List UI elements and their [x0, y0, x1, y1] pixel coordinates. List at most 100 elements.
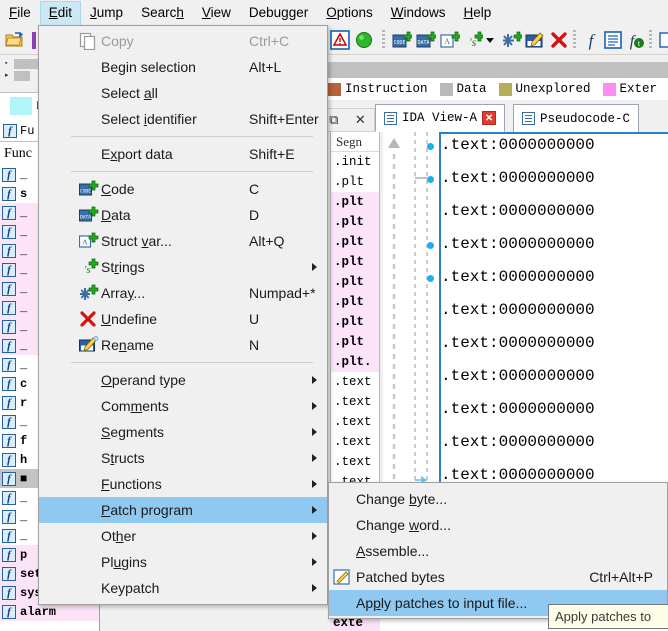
legend-swatch — [328, 82, 341, 96]
submenu-arrow-icon — [312, 506, 317, 514]
menu-file[interactable]: File — [0, 1, 40, 25]
menu-item-rename[interactable]: Rename N — [39, 332, 327, 358]
menu-item-comments[interactable]: Comments — [39, 393, 327, 419]
menu-item-label: Struct var... — [101, 233, 172, 249]
extra-icon[interactable] — [659, 30, 668, 50]
segment-row[interactable]: .text — [331, 372, 379, 392]
segments-panel[interactable]: Segn .init .plt .plt .plt .plt .plt .plt .plt .p… — [330, 132, 380, 512]
function-name: _ — [20, 243, 28, 258]
function-name: _ — [20, 262, 28, 277]
breakpoint-dot-icon[interactable] — [427, 176, 434, 183]
menu-item-strings[interactable]: 's' Strings — [39, 254, 327, 280]
menu-windows[interactable]: Windows — [382, 1, 455, 25]
segments-list[interactable]: .init .plt .plt .plt .plt .plt .plt .plt .plt .pl… — [331, 152, 379, 492]
restore-icon[interactable]: ⧉ — [329, 112, 338, 128]
tab-ida-view-a[interactable]: IDA View-A ✕ — [375, 104, 506, 132]
menu-item-data[interactable]: DATA Data D — [39, 202, 327, 228]
function-icon: f — [2, 547, 16, 562]
menu-item-keypatch[interactable]: Keypatch — [39, 575, 327, 601]
segment-row[interactable]: .plt — [331, 272, 379, 292]
function-prototype-icon[interactable]: f t — [625, 30, 645, 50]
menu-item-patched-bytes[interactable]: Patched bytes Ctrl+Alt+P — [329, 564, 667, 590]
edit-dropdown-menu[interactable]: Copy Ctrl+C Begin selection Alt+L Select all… — [38, 25, 328, 605]
menu-item-change-byte[interactable]: Change byte... — [329, 486, 667, 512]
menu-item-label: Change word... — [356, 517, 451, 533]
patch-program-submenu[interactable]: Change byte... Change word... Assemble... P… — [328, 482, 668, 619]
menu-view[interactable]: View — [193, 1, 240, 25]
segment-row[interactable]: .plt — [331, 172, 379, 192]
menu-item-shortcut: Alt+L — [249, 59, 282, 75]
menu-item-code[interactable]: CODE Code C — [39, 176, 327, 202]
segment-row[interactable]: .plt. — [331, 352, 379, 372]
menu-item-copy[interactable]: Copy Ctrl+C — [39, 28, 327, 54]
menu-edit[interactable]: Edit — [39, 0, 82, 25]
segment-row[interactable]: .plt — [331, 312, 379, 332]
list-icon[interactable] — [603, 30, 623, 50]
tab-label: Pseudocode-C — [540, 111, 631, 126]
menu-item-label: Assemble... — [356, 543, 430, 559]
segment-row[interactable]: .text — [331, 432, 379, 452]
menu-debugger[interactable]: Debugger — [240, 1, 317, 25]
close-icon[interactable]: ✕ — [355, 112, 366, 128]
segment-row[interactable]: .plt — [331, 232, 379, 252]
menu-item-plugins[interactable]: Plugins — [39, 549, 327, 575]
segment-row[interactable]: .plt — [331, 292, 379, 312]
segment-row[interactable]: .init — [331, 152, 379, 172]
menu-item-functions[interactable]: Functions — [39, 471, 327, 497]
menu-jump[interactable]: Jump — [81, 1, 132, 25]
undefine-icon[interactable] — [549, 30, 569, 50]
make-code-icon[interactable]: CODE — [392, 30, 414, 50]
tab-close-icon[interactable]: ✕ — [482, 111, 497, 125]
dropdown-arrow-icon[interactable] — [484, 30, 496, 50]
menu-item-segments[interactable]: Segments — [39, 419, 327, 445]
menu-item-struct-var[interactable]: A Struct var... Alt+Q — [39, 228, 327, 254]
svg-text:DATA: DATA — [80, 215, 91, 221]
menu-item-patch-program[interactable]: Patch program — [39, 497, 327, 523]
menu-item-undefine[interactable]: Undefine U — [39, 306, 327, 332]
function-name: p — [20, 547, 28, 562]
function-icon: f — [2, 585, 16, 600]
menu-item-select-identifier[interactable]: Select identifier Shift+Enter — [39, 106, 327, 132]
tab-functions-label: Fu — [20, 123, 35, 138]
segment-row[interactable]: .plt — [331, 252, 379, 272]
svg-text:DATA: DATA — [417, 40, 429, 46]
menu-item-begin-selection[interactable]: Begin selection Alt+L — [39, 54, 327, 80]
open-file-icon[interactable] — [4, 30, 24, 50]
function-name: _ — [20, 357, 28, 372]
menu-item-select-all[interactable]: Select all — [39, 80, 327, 106]
menu-item-assemble[interactable]: Assemble... — [329, 538, 667, 564]
menu-search[interactable]: Search — [132, 1, 193, 25]
warning-icon[interactable] — [330, 30, 350, 50]
segment-row[interactable]: .text — [331, 452, 379, 472]
menu-item-operand-type[interactable]: Operand type — [39, 367, 327, 393]
segment-row[interactable]: .plt — [331, 332, 379, 352]
breakpoint-dot-icon[interactable] — [427, 143, 434, 150]
make-string-icon[interactable]: 's' — [463, 30, 485, 50]
function-icon[interactable]: f — [581, 30, 601, 50]
copy-icon — [79, 32, 99, 51]
make-struct-icon: A — [78, 232, 99, 250]
make-data-icon[interactable]: DATA — [416, 30, 438, 50]
tab-pseudocode-c[interactable]: Pseudocode-C — [513, 104, 640, 132]
breakpoint-dot-icon[interactable] — [427, 275, 434, 282]
menu-item-structs[interactable]: Structs — [39, 445, 327, 471]
segment-row[interactable]: .plt — [331, 212, 379, 232]
segment-row[interactable]: .text — [331, 392, 379, 412]
make-struct-icon[interactable]: A — [440, 30, 462, 50]
menu-item-export-data[interactable]: Export data Shift+E — [39, 141, 327, 167]
disassembly-line: .text:0000000000 — [441, 301, 595, 319]
segment-row[interactable]: .plt — [331, 192, 379, 212]
green-circle-icon[interactable] — [354, 30, 374, 50]
breakpoint-dot-icon[interactable] — [427, 242, 434, 249]
tooltip: Apply patches to — [548, 604, 668, 629]
menu-item-array[interactable]: Array... Numpad+* — [39, 280, 327, 306]
rename-icon[interactable] — [525, 30, 545, 50]
menu-options[interactable]: Options — [317, 1, 382, 25]
make-array-icon[interactable] — [502, 30, 524, 50]
menu-item-label: Array... — [101, 285, 146, 301]
menu-item-change-word[interactable]: Change word... — [329, 512, 667, 538]
segment-row[interactable]: .text — [331, 412, 379, 432]
menu-help[interactable]: Help — [455, 1, 501, 25]
menu-item-shortcut: U — [249, 311, 260, 327]
menu-item-other[interactable]: Other — [39, 523, 327, 549]
